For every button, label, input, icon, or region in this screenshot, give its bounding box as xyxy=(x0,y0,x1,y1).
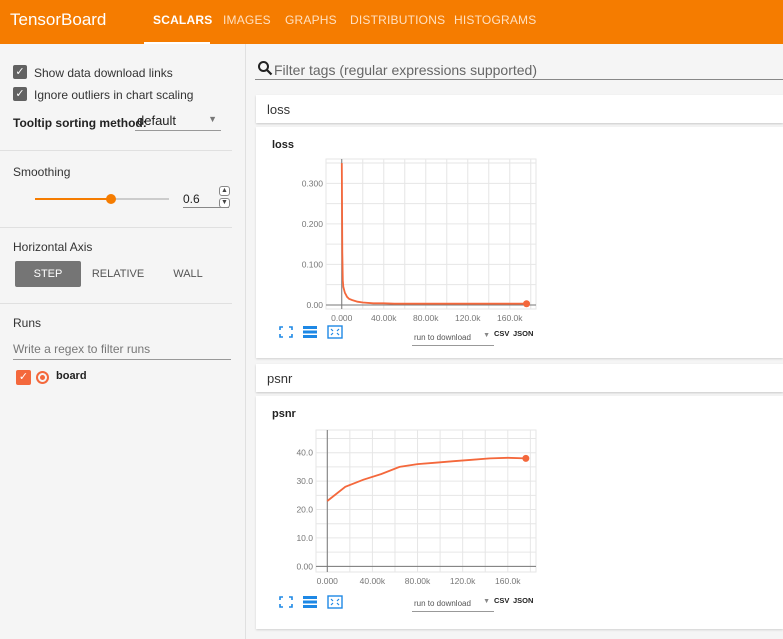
x-tick-label: 160.0k xyxy=(495,576,521,586)
divider xyxy=(0,150,232,151)
x-tick-label: 120.0k xyxy=(450,576,476,586)
tooltip-sort-label: Tooltip sorting method: xyxy=(13,116,147,130)
chart-title: psnr xyxy=(272,408,296,420)
category-name: loss xyxy=(267,102,291,117)
axis-relative-button[interactable]: RELATIVE xyxy=(86,261,150,287)
smoothing-title: Smoothing xyxy=(13,165,71,179)
x-tick-label: 40.00k xyxy=(371,313,397,321)
plot-area xyxy=(325,158,537,310)
loss-chart[interactable]: 0.00 0.100 0.200 0.300 0.000 40.00k 80.00k 120.… xyxy=(256,151,546,321)
run-download-select-value: run to download xyxy=(414,333,471,342)
chevron-down-icon: ▼ xyxy=(208,114,217,124)
fit-domain-icon[interactable] xyxy=(327,325,343,339)
checkmark-icon[interactable]: ✓ xyxy=(13,65,27,79)
runs-filter-placeholder: Write a regex to filter runs xyxy=(13,342,151,356)
ignore-outliers-label: Ignore outliers in chart scaling xyxy=(34,88,194,102)
y-tick-label: 0.00 xyxy=(296,561,313,571)
run-color-radio[interactable] xyxy=(36,371,49,384)
tag-filter-placeholder: Filter tags (regular expressions support… xyxy=(274,62,538,78)
fit-domain-icon[interactable] xyxy=(327,595,343,609)
chart-card-psnr: psnr 0.00 10.0 20.0 30.0 40.0 0.000 40.00k 80.0… xyxy=(256,396,783,629)
log-scale-icon[interactable] xyxy=(302,595,318,609)
run-label: board xyxy=(56,370,87,382)
chevron-down-icon: ▼ xyxy=(483,598,490,605)
download-json-link[interactable]: JSON xyxy=(513,329,533,338)
y-tick-label: 40.0 xyxy=(296,448,313,458)
x-tick-label: 120.0k xyxy=(455,313,481,321)
x-tick-label: 160.0k xyxy=(497,313,523,321)
x-tick-label: 40.00k xyxy=(360,576,386,586)
y-tick-label: 0.300 xyxy=(302,178,324,188)
tab-images[interactable]: IMAGES xyxy=(223,13,271,27)
tag-filter-input[interactable]: Filter tags (regular expressions support… xyxy=(255,58,783,80)
y-tick-label: 0.00 xyxy=(306,300,323,310)
category-name: psnr xyxy=(267,371,293,386)
chevron-down-icon: ▼ xyxy=(483,332,490,339)
run-download-select[interactable]: run to download ▼ xyxy=(412,596,494,612)
smoothing-slider-fill xyxy=(35,198,112,200)
horizontal-axis-title: Horizontal Axis xyxy=(13,240,93,254)
run-download-select[interactable]: run to download ▼ xyxy=(412,330,494,346)
y-tick-label: 0.100 xyxy=(302,259,324,269)
app-title: TensorBoard xyxy=(10,10,107,29)
x-tick-label: 0.000 xyxy=(331,313,353,321)
checkmark-icon[interactable]: ✓ xyxy=(16,370,31,385)
chart-title: loss xyxy=(272,139,295,151)
fullscreen-icon[interactable] xyxy=(278,325,294,339)
axis-step-button[interactable]: STEP xyxy=(15,261,81,287)
category-header-psnr[interactable]: psnr xyxy=(256,364,783,392)
y-tick-label: 30.0 xyxy=(296,476,313,486)
category-header-loss[interactable]: loss xyxy=(256,95,783,123)
divider xyxy=(0,303,232,304)
tab-scalars[interactable]: SCALARS xyxy=(153,13,212,27)
smoothing-slider-knob[interactable] xyxy=(106,194,117,204)
smoothing-value: 0.6 xyxy=(183,192,200,206)
series-end-marker xyxy=(522,454,530,462)
log-scale-icon[interactable] xyxy=(302,325,318,339)
y-tick-label: 10.0 xyxy=(296,533,313,543)
tooltip-sort-value: default xyxy=(137,113,177,128)
search-icon xyxy=(258,61,273,76)
y-tick-label: 0.200 xyxy=(302,219,324,229)
x-tick-label: 80.00k xyxy=(413,313,439,321)
download-csv-link[interactable]: CSV xyxy=(494,329,509,338)
psnr-chart[interactable]: 0.00 10.0 20.0 30.0 40.0 0.000 40.00k 80.00k 120… xyxy=(256,422,546,592)
sidebar: ✓ Show data download links ✓ Ignore outl… xyxy=(0,44,246,639)
divider xyxy=(0,227,232,228)
show-download-links-label: Show data download links xyxy=(34,66,173,80)
tab-graphs[interactable]: GRAPHS xyxy=(285,13,337,27)
series-end-marker xyxy=(523,300,531,308)
tooltip-sort-select[interactable]: default ▼ xyxy=(135,109,221,131)
fullscreen-icon[interactable] xyxy=(278,595,294,609)
top-bar: TensorBoard SCALARS IMAGES GRAPHS DISTRI… xyxy=(0,0,783,44)
x-tick-label: 0.000 xyxy=(317,576,339,586)
axis-wall-button[interactable]: WALL xyxy=(158,261,218,287)
x-tick-label: 80.00k xyxy=(405,576,431,586)
increment-icon[interactable]: ▲ xyxy=(219,186,230,196)
runs-title: Runs xyxy=(13,316,42,330)
chart-card-loss: loss 0.00 0.100 0.200 0.300 0.000 40.00k 80.00… xyxy=(256,127,783,358)
plot-area xyxy=(315,429,537,573)
runs-filter-input[interactable]: Write a regex to filter runs xyxy=(13,340,231,360)
download-json-link[interactable]: JSON xyxy=(513,596,533,605)
run-download-select-value: run to download xyxy=(414,599,471,608)
checkmark-icon[interactable]: ✓ xyxy=(13,87,27,101)
tab-histograms[interactable]: HISTOGRAMS xyxy=(454,13,536,27)
download-csv-link[interactable]: CSV xyxy=(494,596,509,605)
decrement-icon[interactable]: ▼ xyxy=(219,198,230,208)
y-tick-label: 20.0 xyxy=(296,505,313,515)
tab-distributions[interactable]: DISTRIBUTIONS xyxy=(350,13,445,27)
